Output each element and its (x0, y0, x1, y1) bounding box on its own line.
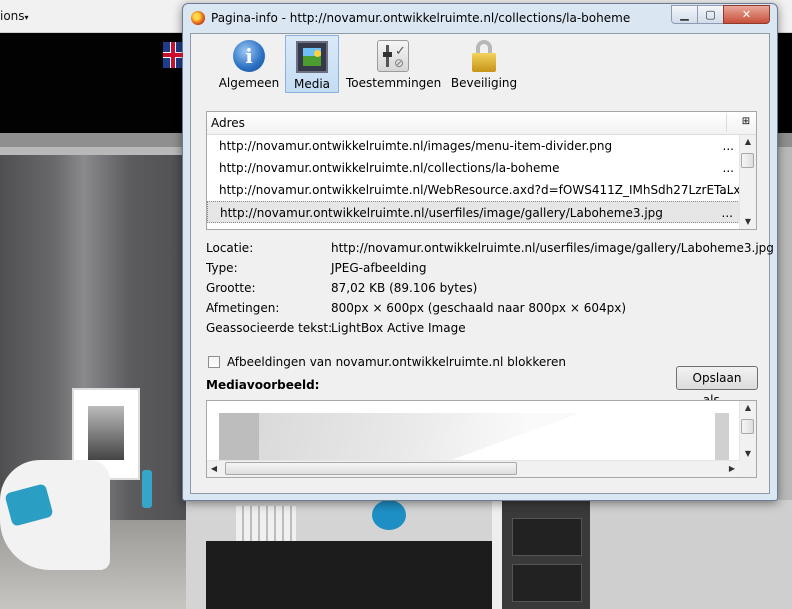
block-images-checkbox[interactable] (208, 356, 220, 368)
location-label: Locatie: (206, 241, 254, 255)
lock-icon (468, 40, 500, 72)
close-button[interactable]: ✕ (723, 5, 770, 24)
blue-bowl (372, 500, 406, 530)
minimize-button[interactable]: ▁ (671, 5, 698, 24)
preview-hscroll-thumb[interactable] (225, 462, 517, 475)
list-item[interactable]: http://novamur.ontwikkelruimte.nl/WebRes… (207, 179, 740, 201)
list-scrollbar[interactable]: ▲ ▼ (739, 135, 756, 229)
books-decor (236, 506, 296, 542)
blue-vase (142, 470, 152, 508)
info-icon: i (233, 40, 265, 72)
tab-toestemmingen[interactable]: ✓ ⊘ Toestemmingen (346, 35, 441, 93)
media-preview-pane[interactable]: ▲ ▼ ◀ ▶ (206, 400, 757, 478)
dimensions-label: Afmetingen: (206, 301, 280, 315)
page-info-dialog: Pagina-info - http://novamur.ontwikkelru… (182, 3, 778, 501)
preview-image (219, 413, 739, 465)
type-value: JPEG-afbeelding (331, 261, 427, 275)
list-item[interactable]: http://novamur.ontwikkelruimte.nl/images… (207, 135, 740, 157)
dialog-content: i Algemeen Media ✓ ⊘ Toestemmingen Beveil… (190, 33, 774, 494)
tab-algemeen[interactable]: i Algemeen (218, 35, 280, 93)
preview-scroll-left-icon[interactable]: ◀ (207, 461, 221, 477)
uk-flag-icon[interactable] (163, 42, 183, 68)
tab-beveiliging[interactable]: Beveiliging (450, 35, 518, 93)
size-value: 87,02 KB (89.106 bytes) (331, 281, 478, 295)
gallery-divider (492, 500, 502, 609)
dialog-title: Pagina-info - http://novamur.ontwikkelru… (211, 11, 631, 25)
column-header-adres[interactable]: Adres (211, 116, 245, 130)
alt-text-label: Geassocieerde tekst: (206, 321, 333, 335)
column-picker-icon[interactable]: ⊞ (740, 116, 752, 128)
black-cabinet (206, 541, 492, 609)
location-value: http://novamur.ontwikkelruimte.nl/userfi… (331, 241, 774, 255)
preview-scroll-down-icon[interactable]: ▼ (740, 447, 756, 461)
preview-vertical-scrollbar[interactable]: ▲ ▼ (739, 401, 756, 461)
list-item[interactable]: http://novamur.ontwikkelruimte.nl/collec… (207, 157, 740, 179)
maximize-button[interactable]: ▢ (697, 5, 724, 24)
list-header: Adres ⊞ (207, 112, 756, 135)
permissions-icon: ✓ ⊘ (377, 40, 409, 72)
media-preview-label: Mediavoorbeeld: (206, 378, 320, 392)
save-as-button[interactable]: Opslaan als... (676, 366, 758, 407)
list-item-selected[interactable]: http://novamur.ontwikkelruimte.nl/userfi… (207, 201, 740, 223)
media-icon (296, 41, 328, 73)
dialog-titlebar[interactable]: Pagina-info - http://novamur.ontwikkelru… (183, 4, 777, 32)
alt-text-value: LightBox Active Image (331, 321, 466, 335)
preview-scroll-up-icon[interactable]: ▲ (740, 401, 756, 415)
list-scroll-thumb[interactable] (741, 153, 754, 168)
preview-scroll-right-icon[interactable]: ▶ (725, 461, 739, 477)
scroll-down-arrow-icon[interactable]: ▼ (740, 215, 756, 229)
gallery-photo-right (502, 500, 590, 609)
preview-vscroll-thumb[interactable] (741, 419, 754, 434)
tab-media[interactable]: Media (285, 35, 339, 93)
page-menu-item[interactable]: ions▾ (0, 9, 29, 23)
type-label: Type: (206, 261, 238, 275)
size-label: Grootte: (206, 281, 256, 295)
firefox-icon (191, 11, 205, 25)
media-address-list[interactable]: Adres ⊞ http://novamur.ontwikkelruimte.n… (206, 111, 757, 230)
block-images-label[interactable]: Afbeeldingen van novamur.ontwikkelruimte… (227, 355, 566, 369)
scroll-corner (740, 461, 756, 477)
preview-horizontal-scrollbar[interactable]: ◀ ▶ (207, 460, 740, 477)
page-background-right (590, 500, 792, 609)
scroll-up-arrow-icon[interactable]: ▲ (740, 135, 756, 149)
dimensions-value: 800px × 600px (geschaald naar 800px × 60… (331, 301, 627, 315)
